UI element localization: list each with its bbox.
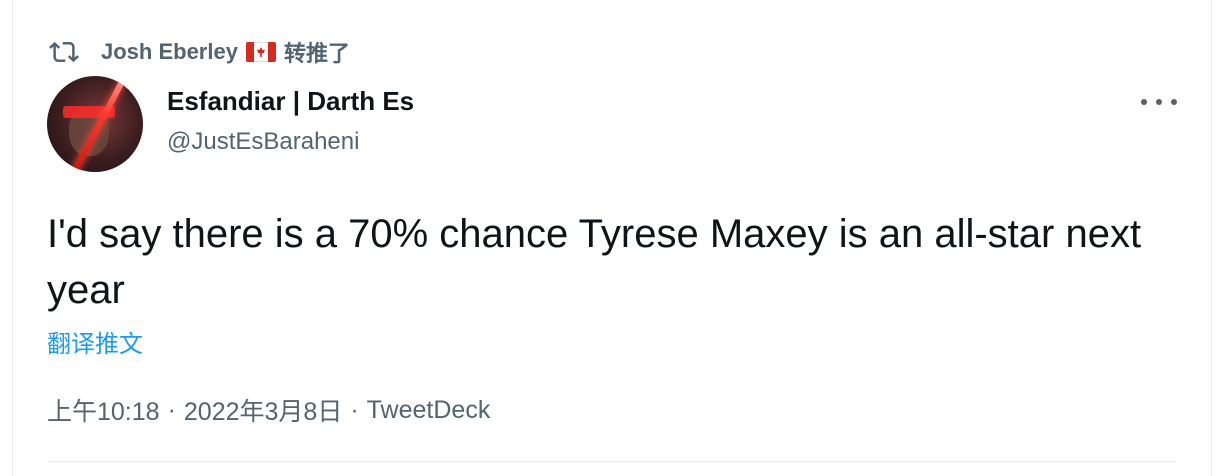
retweet-icon [49, 37, 79, 67]
canada-flag-icon [245, 42, 276, 62]
translate-tweet-link[interactable]: 翻译推文 [47, 324, 143, 359]
tweet-text: I'd say there is a 70% chance Tyrese Max… [47, 212, 1142, 312]
meta-separator: · [167, 395, 176, 424]
avatar[interactable] [47, 76, 143, 172]
tweet-card: Josh Eberley 转推了 Esfandiar | Darth Es @J… [12, 0, 1212, 476]
tweet-source[interactable]: TweetDeck [367, 396, 491, 425]
divider [47, 461, 1177, 462]
author-name[interactable]: Esfandiar | Darth Es [167, 86, 414, 117]
meta-separator: · [350, 395, 359, 424]
retweeter-name[interactable]: Josh Eberley [101, 39, 238, 65]
tweet-metadata: 上午10:18 · 2022年3月8日 · TweetDeck [47, 392, 490, 428]
tweet-time[interactable]: 上午10:18 [47, 392, 160, 428]
retweet-action-label: 转推了 [283, 41, 350, 66]
author-handle[interactable]: @JustEsBaraheni [167, 128, 359, 156]
more-options-icon[interactable] [1141, 88, 1177, 116]
retweet-context: Josh Eberley 转推了 [49, 36, 350, 68]
tweet-date[interactable]: 2022年3月8日 [184, 392, 342, 428]
